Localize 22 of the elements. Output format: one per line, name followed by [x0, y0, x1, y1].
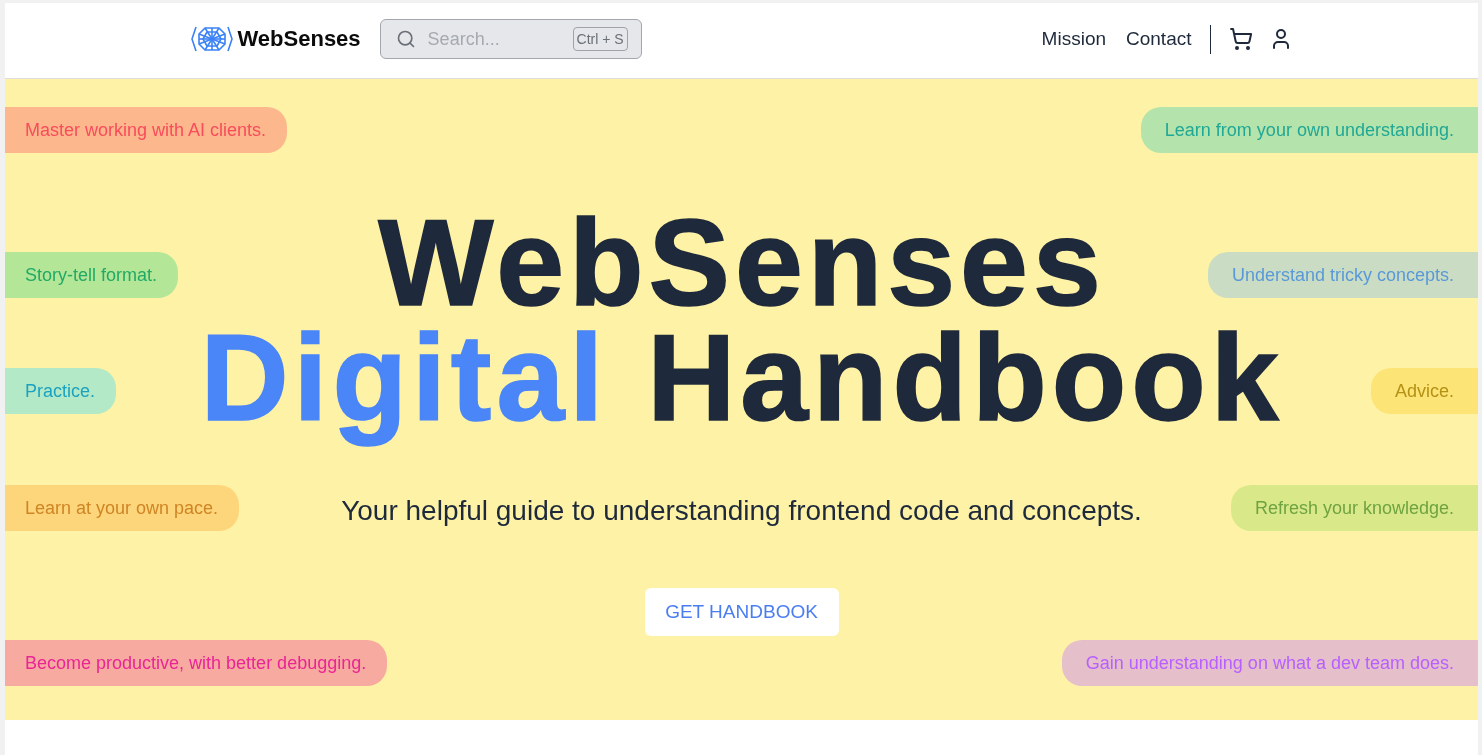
search-input[interactable]: Search... [427, 27, 561, 51]
nav-link[interactable]: Mission [1041, 28, 1106, 50]
feature-tag: Master working with AI clients. [5, 107, 288, 153]
feature-tag: Understand tricky concepts. [1207, 252, 1478, 298]
hero-subtitle: Your helpful guide to understanding frontend code and concepts. [341, 494, 1142, 528]
cart-button[interactable] [1228, 27, 1253, 51]
feature-tag: Refresh your knowledge. [1230, 485, 1478, 531]
feature-tag: Story-tell format. [5, 252, 179, 298]
cart-icon [1228, 27, 1253, 51]
nav-link[interactable]: Contact [1126, 28, 1192, 50]
logo-text[interactable]: WebSenses [237, 26, 361, 52]
feature-tag: Advice. [1370, 368, 1478, 414]
feature-tag: Gain understanding on what a dev team does. [1061, 640, 1478, 686]
logo-icon [190, 26, 233, 52]
search-field[interactable]: Search... Ctrl + S [379, 19, 642, 59]
get-handbook-button[interactable]: GET HANDBOOK [644, 588, 839, 636]
feature-tag: Learn at your own pace. [5, 485, 240, 531]
feature-tag: Become productive, with better debugging. [5, 640, 388, 686]
shortcut-hint: Ctrl + S [572, 27, 628, 51]
feature-tag: Learn from your own understanding. [1140, 107, 1478, 153]
feature-tag: Practice. [5, 368, 117, 414]
search-icon [395, 29, 416, 49]
